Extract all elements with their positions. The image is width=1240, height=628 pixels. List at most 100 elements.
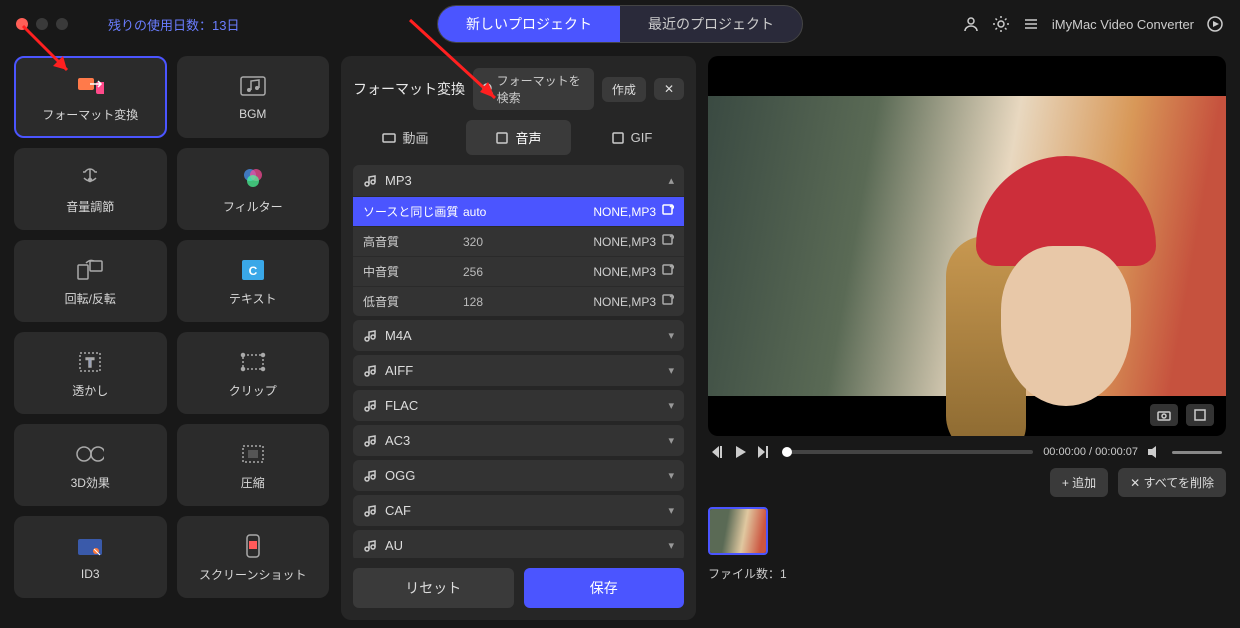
tool-clip[interactable]: クリップ <box>177 332 330 414</box>
id3-icon <box>76 533 104 561</box>
filter-icon <box>239 164 267 192</box>
add-file-button[interactable]: + 追加 <box>1050 468 1108 497</box>
chevron-down-icon: ▾ <box>668 329 674 342</box>
close-dot[interactable] <box>16 18 28 30</box>
watermark-icon: T <box>76 348 104 376</box>
snapshot-button[interactable] <box>1150 404 1178 426</box>
tool-sidebar: フォーマット変換 BGM 音量調節フィルター回転/反転 C テキスト T 透かし クリップ 3D… <box>14 56 329 620</box>
tool-3d[interactable]: 3D効果 <box>14 424 167 506</box>
preset-codec: NONE,MP3 <box>593 265 656 279</box>
preset-row[interactable]: ソースと同じ画質autoNONE,MP3 <box>353 196 684 226</box>
volume-button[interactable] <box>1148 446 1162 458</box>
preset-name: 高音質 <box>363 233 463 250</box>
format-header-caf[interactable]: CAF ▾ <box>353 495 684 526</box>
preset-row[interactable]: 高音質320NONE,MP3 <box>353 226 684 256</box>
format-group-flac: FLAC ▾ <box>353 390 684 421</box>
account-icon[interactable] <box>962 15 980 33</box>
chevron-down-icon: ▾ <box>668 364 674 377</box>
tool-bgm[interactable]: BGM <box>177 56 330 138</box>
format-header-au[interactable]: AU▾ <box>353 530 684 558</box>
tool-label: 3D効果 <box>71 474 110 491</box>
minimize-dot[interactable] <box>36 18 48 30</box>
chevron-up-icon: ▴ <box>668 174 674 187</box>
prev-button[interactable] <box>712 446 726 458</box>
panel-title: フォーマット変換 <box>353 79 465 99</box>
tool-label: 透かし <box>72 382 108 399</box>
tool-filter[interactable]: フィルター <box>177 148 330 230</box>
tool-label: BGM <box>239 107 266 121</box>
search-placeholder: フォーマットを検索 <box>497 72 586 106</box>
fullscreen-button[interactable] <box>1186 404 1214 426</box>
tool-watermark[interactable]: T 透かし <box>14 332 167 414</box>
format-label: FLAC <box>385 398 418 413</box>
bgm-icon <box>239 73 267 101</box>
preset-row[interactable]: 低音質128NONE,MP3 <box>353 286 684 316</box>
edit-preset-icon[interactable] <box>662 204 674 219</box>
format-header-ogg[interactable]: OGG▾ <box>353 460 684 491</box>
preset-bitrate: auto <box>463 205 523 219</box>
tab-recent-projects[interactable]: 最近のプロジェクト <box>620 6 802 42</box>
preset-row[interactable]: 中音質256NONE,MP3 <box>353 256 684 286</box>
edit-preset-icon[interactable] <box>662 234 674 249</box>
chevron-down-icon: ▾ <box>668 504 674 517</box>
format-header-aiff[interactable]: AIFF ▾ <box>353 355 684 386</box>
play-badge-icon[interactable] <box>1206 15 1224 33</box>
app-name-label: iMyMac Video Converter <box>1052 17 1194 32</box>
search-icon <box>481 82 493 96</box>
video-icon <box>382 131 396 145</box>
tab-video[interactable]: 動画 <box>353 120 458 155</box>
preset-name: 低音質 <box>363 293 463 310</box>
screenshot-icon <box>239 532 267 560</box>
tool-label: テキスト <box>229 290 277 307</box>
chevron-down-icon: ▾ <box>668 399 674 412</box>
format-header-flac[interactable]: FLAC ▾ <box>353 390 684 421</box>
svg-text:C: C <box>248 264 257 278</box>
format-label: M4A <box>385 328 412 343</box>
tool-screenshot[interactable]: スクリーンショット <box>177 516 330 598</box>
tab-gif[interactable]: GIF <box>579 120 684 155</box>
format-label: CAF <box>385 503 411 518</box>
file-thumbnail[interactable] <box>708 507 768 555</box>
create-preset-button[interactable]: 作成 <box>602 77 646 102</box>
tool-compress[interactable]: 圧縮 <box>177 424 330 506</box>
search-input[interactable]: フォーマットを検索 <box>473 68 594 110</box>
next-button[interactable] <box>758 446 772 458</box>
player-controls: 00:00:00 / 00:00:07 <box>708 446 1226 458</box>
format-header-ac3[interactable]: AC3▾ <box>353 425 684 456</box>
tool-format-convert[interactable]: フォーマット変換 <box>14 56 167 138</box>
edit-preset-icon[interactable] <box>662 264 674 279</box>
format-group-aiff: AIFF ▾ <box>353 355 684 386</box>
format-convert-icon <box>76 72 104 100</box>
progress-bar[interactable] <box>782 450 1033 454</box>
zoom-dot[interactable] <box>56 18 68 30</box>
gif-icon <box>611 131 625 145</box>
tool-id3[interactable]: ID3 <box>14 516 167 598</box>
format-label: AU <box>385 538 403 553</box>
menu-icon[interactable] <box>1022 15 1040 33</box>
tab-audio[interactable]: 音声 <box>466 120 571 155</box>
tool-volume[interactable]: 音量調節 <box>14 148 167 230</box>
format-header-mp3[interactable]: MP3▴ <box>353 165 684 196</box>
compress-icon <box>239 440 267 468</box>
play-button[interactable] <box>736 446 748 458</box>
rotate-icon <box>76 256 104 284</box>
volume-slider[interactable] <box>1172 451 1222 454</box>
delete-all-button[interactable]: ✕ すべてを削除 <box>1118 468 1226 497</box>
format-list: MP3▴ソースと同じ画質autoNONE,MP3 高音質320NONE,MP3 … <box>353 165 684 558</box>
preset-name: ソースと同じ画質 <box>363 203 463 220</box>
save-button[interactable]: 保存 <box>524 568 685 608</box>
settings-icon[interactable] <box>992 15 1010 33</box>
close-panel-button[interactable]: ✕ <box>654 78 684 100</box>
format-header-m4a[interactable]: M4A ▾ <box>353 320 684 351</box>
tab-new-project[interactable]: 新しいプロジェクト <box>438 6 620 42</box>
window-controls <box>16 18 68 30</box>
edit-preset-icon[interactable] <box>662 294 674 309</box>
reset-button[interactable]: リセット <box>353 568 514 608</box>
3d-icon <box>76 440 104 468</box>
format-label: AIFF <box>385 363 413 378</box>
tool-text[interactable]: C テキスト <box>177 240 330 322</box>
format-group-au: AU▾ <box>353 530 684 558</box>
video-preview[interactable] <box>708 56 1226 436</box>
tool-rotate[interactable]: 回転/反転 <box>14 240 167 322</box>
video-frame <box>708 96 1226 396</box>
